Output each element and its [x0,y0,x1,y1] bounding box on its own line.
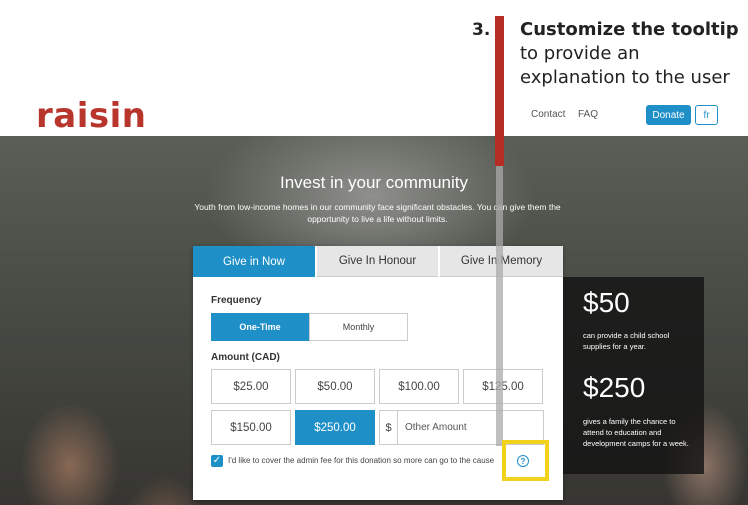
admin-fee-label: I'd like to cover the admin fee for this… [228,456,495,465]
amount-label: Amount (CAD) [211,352,280,363]
impact-amount: $50 [583,287,630,318]
impact-amount: $250 [583,372,646,403]
callout-step-number: 3. [472,20,491,40]
currency-symbol: $ [380,411,398,444]
hero-title: Invest in your community [279,173,468,192]
tab-give-in-honour[interactable]: Give In Honour [317,246,438,277]
amount-50-button[interactable]: $50.00 [295,369,375,404]
amount-25-button[interactable]: $25.00 [211,369,291,404]
impact-panel: $50 can provide a child school supplies … [563,277,704,474]
callout-connector-line [496,166,503,446]
callout-rest: to provide an explanation to the user [520,43,730,88]
callout-bar [495,16,504,166]
raisin-logo[interactable]: raisin [36,96,146,136]
donate-button[interactable]: Donate [646,105,691,125]
callout-bold: Customize the tooltip [520,19,739,40]
amount-125-button[interactable]: $125.00 [463,369,543,404]
page: 3. Customize the tooltip to provide an e… [0,0,748,505]
amount-250-button[interactable]: $250.00 [295,410,375,445]
callout-text: Customize the tooltip to provide an expl… [520,18,745,90]
frequency-monthly-button[interactable]: Monthly [309,313,408,341]
frequency-label: Frequency [211,295,262,306]
frequency-one-time-button[interactable]: One-Time [211,313,309,341]
nav-faq-link[interactable]: FAQ [578,109,598,120]
admin-fee-checkbox[interactable]: ✓ [211,455,223,467]
nav-contact-link[interactable]: Contact [531,109,565,120]
impact-description: gives a family the chance to attend to e… [583,417,689,448]
help-tooltip-icon[interactable]: ? [517,455,529,467]
tab-give-now[interactable]: Give in Now [193,246,315,277]
amount-150-button[interactable]: $150.00 [211,410,291,445]
language-toggle-button[interactable]: fr [695,105,718,125]
amount-100-button[interactable]: $100.00 [379,369,459,404]
hero-subtitle: Youth from low-income homes in our commu… [194,202,561,224]
impact-description: can provide a child school supplies for … [583,331,670,351]
